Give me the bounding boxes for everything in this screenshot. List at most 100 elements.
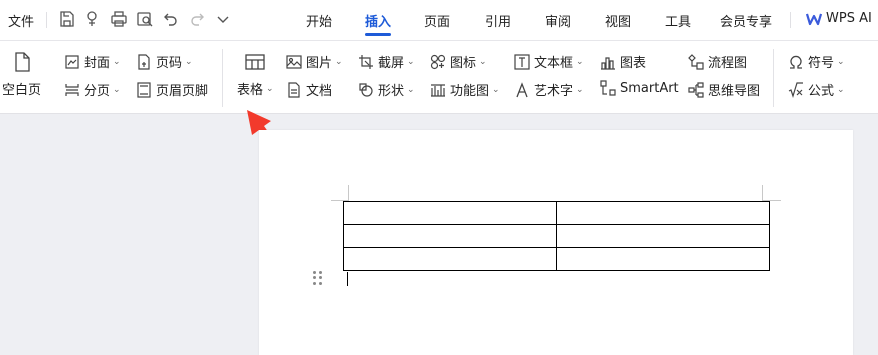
wps-ai-button[interactable]: WPS AI (806, 11, 872, 26)
header-footer-label: 页眉页脚 (156, 84, 209, 99)
document-icon (288, 81, 300, 98)
table-cell[interactable] (556, 224, 770, 248)
chevron-down-icon: ⌄ (492, 84, 500, 95)
smartart-button[interactable]: SmartArt (600, 80, 679, 96)
textbox-button[interactable]: 文本框 ⌄ (514, 52, 584, 71)
mindmap-icon (688, 81, 704, 98)
icon-label: 图标 (450, 56, 477, 71)
tab-references[interactable]: 引用 (485, 11, 511, 30)
chevron-down-icon: ⌄ (837, 56, 845, 67)
divider (790, 12, 791, 28)
table-label: 表格 (237, 83, 264, 98)
header-footer-button[interactable]: 页眉页脚 (136, 80, 208, 99)
shape-icon (359, 82, 373, 97)
chevron-down-icon: ⌄ (113, 84, 121, 95)
save-icon[interactable] (58, 10, 78, 30)
chart-label: 图表 (620, 56, 647, 71)
undo-icon[interactable] (162, 10, 182, 30)
mindmap-button[interactable]: 思维导图 (688, 80, 760, 99)
redo-icon[interactable] (188, 10, 208, 30)
flowchart-button[interactable]: 流程图 (688, 52, 747, 71)
file-menu[interactable]: 文件 (8, 11, 34, 30)
chevron-down-icon: ⌄ (837, 84, 845, 95)
textbox-icon (514, 53, 530, 70)
insert-ribbon: 空白页 封面 ⌄ 分页 ⌄ 页码 ⌄ 页眉页脚 表格 ⌄ 图片 ⌄ 文档 截屏 ⌄ 形状 ⌄ (0, 41, 878, 114)
formula-button[interactable]: 公式 ⌄ (788, 80, 845, 99)
table-cell[interactable] (343, 224, 557, 248)
wps-ai-label: WPS AI (826, 11, 872, 26)
chevron-down-icon: ⌄ (576, 56, 584, 67)
document-table[interactable] (343, 201, 770, 271)
formula-label: 公式 (808, 84, 835, 99)
chart-button[interactable]: 图表 (600, 52, 646, 71)
page-break-icon (65, 83, 79, 96)
smartart-icon (600, 80, 616, 96)
blank-page-button[interactable]: 空白页 (2, 51, 41, 98)
group-divider (222, 49, 223, 107)
screenshot-button[interactable]: 截屏 ⌄ (358, 52, 415, 71)
table-button[interactable]: 表格 ⌄ (237, 51, 274, 98)
formula-icon (788, 81, 803, 98)
chevron-down-icon: ⌄ (576, 84, 584, 95)
print-preview-icon[interactable] (136, 10, 156, 30)
screenshot-label: 截屏 (378, 56, 405, 71)
icon-button[interactable]: 图标 ⌄ (430, 52, 487, 71)
document-label: 文档 (306, 84, 333, 99)
chevron-down-icon[interactable] (214, 10, 234, 30)
wordart-button[interactable]: 艺术字 ⌄ (514, 80, 584, 99)
tab-membership[interactable]: 会员专享 (720, 11, 772, 30)
textbox-label: 文本框 (534, 56, 574, 71)
blank-page-label: 空白页 (2, 83, 42, 98)
tab-view[interactable]: 视图 (605, 11, 631, 30)
group-divider (773, 49, 774, 107)
top-menu-bar: 文件 开始 插入 页面 引用 审阅 视图 工具 会员专享 WPS AI (0, 0, 878, 41)
print-icon[interactable] (110, 10, 130, 30)
wps-ai-logo-icon (806, 13, 822, 25)
scissors-icon (359, 54, 373, 69)
tab-tools[interactable]: 工具 (665, 11, 691, 30)
flowchart-icon (688, 53, 704, 70)
share-icon[interactable] (84, 10, 104, 30)
tab-home[interactable]: 开始 (306, 11, 332, 30)
chevron-down-icon: ⌄ (266, 83, 274, 94)
picture-button[interactable]: 图片 ⌄ (286, 52, 343, 71)
drag-handle-icon[interactable] (313, 271, 322, 285)
symbol-label: 符号 (808, 56, 835, 71)
crop-mark (348, 185, 349, 201)
cover-button[interactable]: 封面 ⌄ (64, 52, 121, 71)
table-icon (245, 54, 265, 70)
table-cell[interactable] (556, 247, 770, 271)
active-tab-indicator (365, 33, 391, 36)
tab-insert[interactable]: 插入 (365, 11, 391, 30)
shape-button[interactable]: 形状 ⌄ (358, 80, 415, 99)
function-chart-label: 功能图 (450, 84, 490, 99)
wordart-icon (516, 81, 528, 97)
page-break-button[interactable]: 分页 ⌄ (64, 80, 121, 99)
picture-icon (286, 54, 302, 69)
table-row (343, 224, 770, 248)
table-row (343, 247, 770, 271)
page-break-label: 分页 (84, 84, 111, 99)
flowchart-label: 流程图 (708, 56, 748, 71)
cover-icon (65, 54, 79, 69)
chart-icon (601, 56, 615, 70)
wordart-label: 艺术字 (534, 84, 574, 99)
tab-review[interactable]: 审阅 (545, 11, 571, 30)
document-page[interactable] (259, 130, 853, 355)
crop-mark (762, 185, 763, 201)
function-chart-icon (431, 83, 445, 97)
table-cell[interactable] (343, 247, 557, 271)
document-button[interactable]: 文档 (286, 80, 332, 99)
smartart-label: SmartArt (620, 80, 679, 96)
symbol-button[interactable]: 符号 ⌄ (788, 52, 845, 71)
chevron-down-icon: ⌄ (335, 56, 343, 67)
tab-page[interactable]: 页面 (424, 11, 450, 30)
function-chart-button[interactable]: 功能图 ⌄ (430, 80, 500, 99)
chevron-down-icon: ⌄ (479, 56, 487, 67)
table-cell[interactable] (343, 201, 557, 225)
table-cell[interactable] (556, 201, 770, 225)
picture-label: 图片 (306, 56, 333, 71)
mindmap-label: 思维导图 (708, 84, 761, 99)
divider (46, 12, 47, 28)
page-number-button[interactable]: 页码 ⌄ (136, 52, 193, 71)
